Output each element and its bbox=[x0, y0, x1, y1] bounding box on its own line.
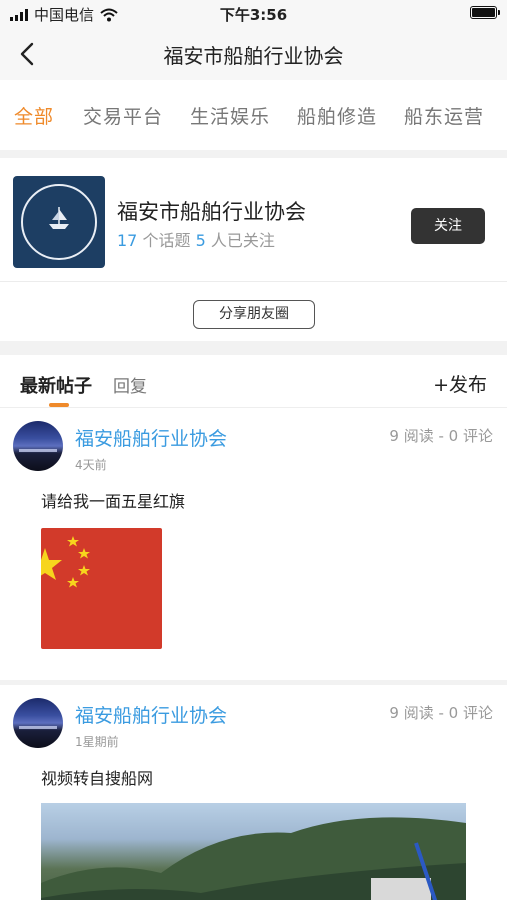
tab-trading[interactable]: 交易平台 bbox=[83, 102, 163, 129]
status-bar: 中国电信 下午3:56 bbox=[0, 0, 507, 28]
active-tab-indicator bbox=[49, 403, 69, 407]
post-text: 视频转自搜船网 bbox=[41, 769, 154, 788]
post-text: 请给我一面五星红旗 bbox=[41, 492, 186, 511]
post-author[interactable]: 福安船舶行业协会 bbox=[75, 701, 227, 728]
topics-label: 个话题 bbox=[142, 231, 191, 250]
tab-lifestyle[interactable]: 生活娱乐 bbox=[190, 102, 270, 129]
nav-bar: 福安市船舶行业协会 bbox=[0, 28, 507, 80]
avatar[interactable] bbox=[13, 698, 63, 748]
org-logo bbox=[13, 176, 105, 268]
org-name: 福安市船舶行业协会 bbox=[117, 200, 306, 224]
harbor-image[interactable] bbox=[41, 803, 466, 900]
tab-shipbuilding[interactable]: 船舶修造 bbox=[297, 102, 377, 129]
org-card: 福安市船舶行业协会 17 个话题 5 人已关注 关注 分享朋友圈 bbox=[0, 158, 507, 341]
post-author[interactable]: 福安船舶行业协会 bbox=[75, 424, 227, 451]
harbor-landscape-icon bbox=[41, 817, 466, 900]
divider bbox=[0, 281, 507, 282]
post-time: 1星期前 bbox=[75, 735, 119, 749]
tab-latest-posts[interactable]: 最新帖子 bbox=[20, 372, 92, 398]
post-card[interactable]: 福安船舶行业协会 1星期前 9 阅读 - 0 评论 视频转自搜船网 bbox=[0, 685, 507, 900]
page-title: 福安市船舶行业协会 bbox=[163, 44, 344, 68]
follow-button[interactable]: 关注 bbox=[411, 208, 485, 244]
org-stats: 17 个话题 5 人已关注 bbox=[117, 227, 275, 251]
post-meta: 9 阅读 - 0 评论 bbox=[389, 427, 493, 445]
status-time: 下午3:56 bbox=[219, 6, 288, 24]
followers-count: 5 bbox=[195, 231, 206, 250]
tab-replies[interactable]: 回复 bbox=[113, 372, 147, 397]
posts-header: 最新帖子 回复 +发布 bbox=[0, 355, 507, 408]
topics-count: 17 bbox=[117, 231, 138, 250]
avatar[interactable] bbox=[13, 421, 63, 471]
china-flag-image[interactable] bbox=[41, 528, 162, 649]
followers-label: 人已关注 bbox=[210, 231, 275, 250]
post-meta: 9 阅读 - 0 评论 bbox=[389, 704, 493, 722]
tab-all[interactable]: 全部 bbox=[14, 102, 54, 129]
tab-shipowner[interactable]: 船东运营 bbox=[404, 102, 484, 129]
publish-button[interactable]: +发布 bbox=[433, 370, 487, 397]
flag-stars-icon bbox=[41, 536, 90, 588]
battery-icon bbox=[470, 6, 500, 19]
category-tabs: 全部 交易平台 生活娱乐 船舶修造 船东运营 bbox=[0, 80, 507, 150]
share-moments-button[interactable]: 分享朋友圈 bbox=[193, 300, 315, 329]
post-time: 4天前 bbox=[75, 458, 107, 472]
ship-icon bbox=[49, 207, 69, 229]
post-card[interactable]: 福安船舶行业协会 4天前 9 阅读 - 0 评论 请给我一面五星红旗 bbox=[0, 408, 507, 680]
